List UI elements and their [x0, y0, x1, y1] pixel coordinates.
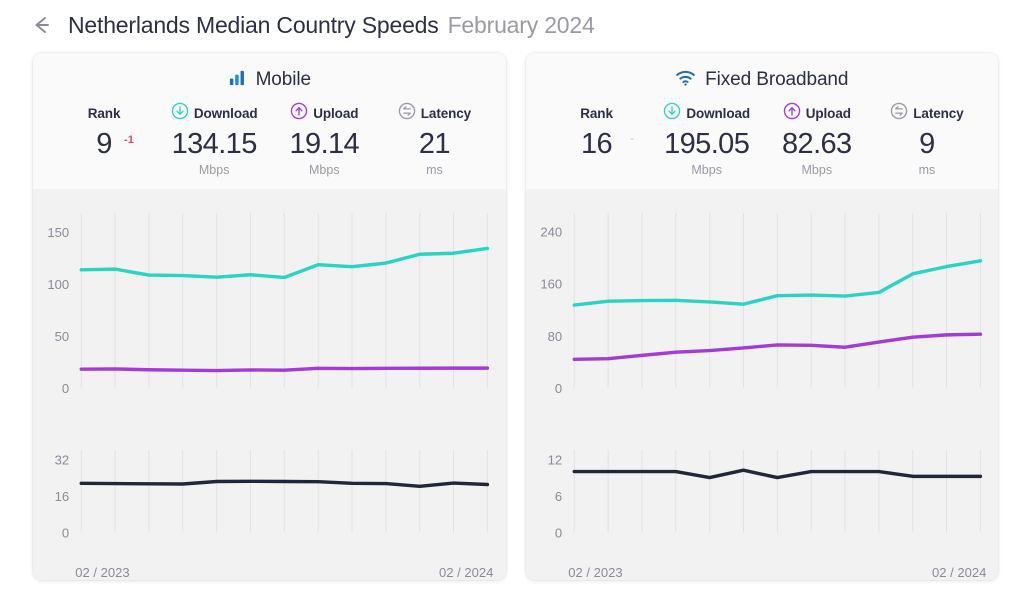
svg-text:0: 0 — [554, 526, 561, 541]
page-header: Netherlands Median Country Speeds Februa… — [0, 0, 1024, 42]
latency-icon — [890, 102, 908, 125]
stat-fixed-latency: Latency 9 ms — [872, 103, 982, 177]
cards-container: Mobile Rank 9 -1 Downlo — [0, 42, 1024, 580]
stat-unit: Mbps — [159, 163, 269, 177]
svg-text:50: 50 — [55, 329, 70, 344]
stat-label: Rank — [580, 106, 613, 121]
svg-text:16: 16 — [55, 489, 70, 504]
stat-value: 134.15 — [172, 128, 257, 160]
card-header-fixed: Fixed Broadband Rank 16 - — [526, 53, 999, 189]
speed-chart-mobile[interactable]: 0 50 100 150 — [33, 189, 506, 426]
card-title-text: Fixed Broadband — [705, 69, 848, 91]
stat-unit: Mbps — [269, 163, 379, 177]
card-header-mobile: Mobile Rank 9 -1 Downlo — [33, 53, 506, 189]
card-mobile: Mobile Rank 9 -1 Downlo — [33, 53, 506, 580]
svg-text:02 / 2023: 02 / 2023 — [75, 565, 129, 580]
latency-icon — [398, 102, 416, 125]
stat-mobile-upload: Upload 19.14 Mbps — [269, 103, 379, 177]
stat-label-row: Latency — [379, 103, 489, 123]
svg-text:80: 80 — [547, 329, 562, 344]
stat-label: Latency — [421, 106, 471, 121]
stat-label: Download — [194, 106, 258, 121]
stat-label: Rank — [88, 106, 121, 121]
stat-unit: ms — [379, 163, 489, 177]
stat-fixed-download: Download 195.05 Mbps — [652, 103, 762, 177]
stat-value-wrap: 19.14 — [269, 127, 379, 161]
stat-value: 195.05 — [664, 128, 749, 160]
svg-text:150: 150 — [47, 225, 69, 240]
upload-icon — [290, 102, 308, 125]
stat-value: 82.63 — [782, 128, 852, 160]
card-title: Fixed Broadband — [526, 66, 999, 94]
stats-row: Rank 9 -1 Download 134.15 — [33, 94, 506, 177]
speed-chart-fixed[interactable]: 0 80 160 240 — [526, 189, 999, 426]
stat-label-row: Rank — [542, 103, 652, 123]
download-icon — [171, 102, 189, 125]
rank-delta-badge: -1 — [124, 123, 134, 157]
stat-value-wrap: 16 - — [542, 127, 652, 161]
stat-label: Latency — [913, 106, 963, 121]
svg-text:160: 160 — [540, 277, 562, 292]
latency-chart-fixed[interactable]: 0 6 12 02 / 2023 02 / 2024 — [526, 426, 999, 580]
stat-value-wrap: 9 — [872, 127, 982, 161]
stat-label-row: Download — [652, 103, 762, 123]
svg-text:240: 240 — [540, 224, 562, 239]
stat-value: 9 — [96, 128, 112, 160]
arrow-left-icon[interactable] — [28, 12, 54, 38]
svg-text:02 / 2024: 02 / 2024 — [439, 565, 493, 580]
stat-value-wrap: 82.63 — [762, 127, 872, 161]
stat-value: 19.14 — [290, 128, 360, 160]
stat-label: Upload — [806, 106, 851, 121]
card-title-text: Mobile — [256, 69, 311, 91]
latency-chart-mobile[interactable]: 0 16 32 02 / 2023 02 / 2024 — [33, 426, 506, 580]
stat-label-row: Latency — [872, 103, 982, 123]
svg-text:0: 0 — [62, 526, 69, 541]
stat-unit: Mbps — [652, 163, 762, 177]
upload-icon — [783, 102, 801, 125]
stat-unit: ms — [872, 163, 982, 177]
stat-mobile-rank: Rank 9 -1 — [49, 103, 159, 163]
svg-text:02 / 2024: 02 / 2024 — [932, 565, 986, 580]
stat-label-row: Upload — [269, 103, 379, 123]
stat-unit: Mbps — [762, 163, 872, 177]
stat-label-row: Download — [159, 103, 269, 123]
stat-mobile-download: Download 134.15 Mbps — [159, 103, 269, 177]
stat-value-wrap: 9 -1 — [49, 127, 159, 161]
svg-text:6: 6 — [554, 489, 561, 504]
stat-label: Download — [686, 106, 750, 121]
stat-value-wrap: 134.15 — [159, 127, 269, 161]
card-title: Mobile — [33, 66, 506, 94]
page-title-main: Netherlands Median Country Speeds — [68, 12, 439, 39]
stat-mobile-latency: Latency 21 ms — [379, 103, 489, 177]
svg-text:02 / 2023: 02 / 2023 — [568, 565, 622, 580]
page-title-period: February 2024 — [448, 12, 595, 39]
page-title: Netherlands Median Country Speeds Februa… — [68, 12, 595, 39]
stats-row: Rank 16 - Download 195.05 — [526, 94, 999, 177]
stat-fixed-upload: Upload 82.63 Mbps — [762, 103, 872, 177]
stat-fixed-rank: Rank 16 - — [542, 103, 652, 163]
download-icon — [663, 102, 681, 125]
wifi-icon — [675, 68, 696, 92]
stat-label: Upload — [313, 106, 358, 121]
svg-text:0: 0 — [62, 381, 69, 396]
stat-label-row: Upload — [762, 103, 872, 123]
stat-value-wrap: 21 — [379, 127, 489, 161]
card-fixed: Fixed Broadband Rank 16 - — [526, 53, 999, 580]
stat-value: 21 — [419, 128, 450, 160]
svg-text:100: 100 — [47, 277, 69, 292]
bar-chart-icon — [228, 68, 247, 92]
stat-value: 9 — [919, 128, 935, 160]
stat-label-row: Rank — [49, 103, 159, 123]
stat-value-wrap: 195.05 — [652, 127, 762, 161]
svg-text:32: 32 — [55, 453, 70, 468]
rank-delta-badge: - — [630, 121, 634, 155]
svg-text:12: 12 — [547, 453, 562, 468]
stat-value: 16 — [581, 128, 612, 160]
svg-text:0: 0 — [554, 381, 561, 396]
